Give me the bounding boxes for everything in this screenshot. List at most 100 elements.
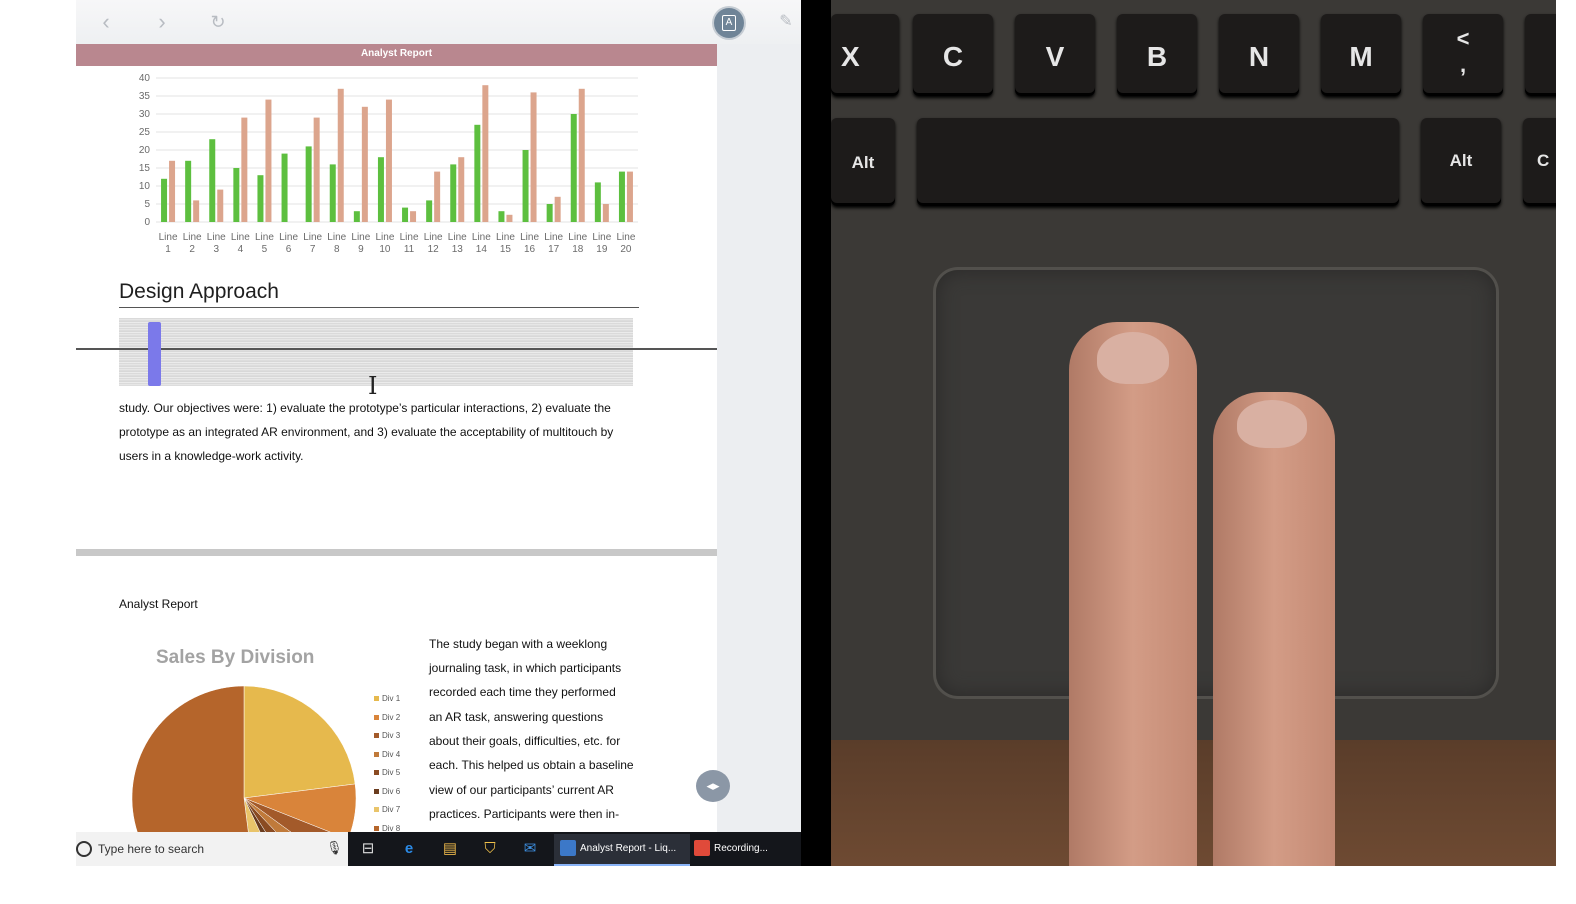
key-comma-top: < bbox=[1456, 26, 1470, 51]
split-view-divider[interactable] bbox=[76, 348, 717, 350]
legend-label: Div 2 bbox=[382, 712, 401, 722]
legend-label: Div 4 bbox=[382, 749, 401, 759]
taskbar-app-label: Analyst Report - Liq... bbox=[580, 843, 677, 854]
bar bbox=[522, 150, 529, 222]
column-text-line: each. This helped us obtain a baseline bbox=[429, 758, 634, 772]
camera-view: X C V B N M <, Alt Alt C bbox=[831, 0, 1556, 866]
x-tick-label: Line bbox=[400, 232, 419, 243]
bar bbox=[257, 175, 264, 222]
key-alt-right: Alt bbox=[1421, 118, 1501, 206]
legend-label: Div 3 bbox=[382, 731, 401, 740]
column-text-line: practices. Participants were then in- bbox=[429, 807, 620, 821]
pie-slice bbox=[131, 685, 250, 840]
report-banner: Analyst Report bbox=[76, 44, 717, 66]
key-m: M bbox=[1321, 14, 1401, 96]
split-toggle-button[interactable]: ◂▸ bbox=[696, 770, 730, 802]
pen-icon[interactable]: ✎ bbox=[772, 8, 800, 36]
x-tick-label: 9 bbox=[358, 244, 364, 255]
y-tick-label: 15 bbox=[139, 163, 151, 174]
x-tick-label: 10 bbox=[379, 244, 391, 255]
x-tick-label: Line bbox=[207, 232, 226, 243]
video-divider bbox=[801, 0, 831, 866]
document-page: Analyst Report 0 5 10 15 20 25 30 35 40 Line 1 Line… bbox=[76, 44, 717, 866]
taskbar-app-recording[interactable]: Recording... bbox=[690, 834, 800, 864]
bar bbox=[570, 114, 577, 222]
x-tick-label: Line bbox=[327, 232, 346, 243]
bar bbox=[578, 88, 585, 222]
taskbar-app-analyst-report[interactable]: Analyst Report - Liq... bbox=[554, 834, 690, 866]
task-view-icon[interactable]: ⊟ bbox=[358, 839, 378, 859]
key-comma-bottom: , bbox=[1459, 52, 1467, 77]
x-tick-label: 12 bbox=[428, 244, 440, 255]
x-tick-label: Line bbox=[592, 232, 611, 243]
edge-icon[interactable]: e bbox=[399, 839, 419, 859]
index-finger bbox=[1069, 322, 1197, 866]
x-tick-label: 16 bbox=[524, 244, 536, 255]
key-ctrl-right: C bbox=[1523, 118, 1556, 206]
legend-swatch bbox=[374, 770, 379, 776]
legend-swatch bbox=[374, 714, 379, 720]
bar bbox=[530, 92, 537, 223]
reader-mode-button[interactable]: A bbox=[714, 8, 744, 38]
bar bbox=[169, 160, 176, 222]
legend-item: Div 7 bbox=[374, 805, 400, 814]
legend-label: Div 6 bbox=[382, 786, 401, 796]
x-tick-label: 20 bbox=[620, 244, 632, 255]
bar bbox=[474, 124, 481, 222]
cortana-icon bbox=[76, 841, 92, 857]
bar bbox=[626, 171, 633, 222]
legend-item: Div 4 bbox=[374, 750, 400, 759]
x-tick-label: Line bbox=[231, 232, 250, 243]
paragraph-line: study. Our objectives were: 1) evaluate … bbox=[119, 401, 611, 415]
x-tick-label: 1 bbox=[165, 244, 171, 255]
legend-swatch bbox=[374, 751, 379, 757]
x-tick-label: Line bbox=[496, 232, 515, 243]
paragraph-line: users in a knowledge-work activity. bbox=[119, 449, 304, 463]
fingernail bbox=[1237, 400, 1307, 448]
bar bbox=[594, 182, 601, 222]
mail-icon[interactable]: ✉ bbox=[520, 839, 540, 859]
x-tick-label: 19 bbox=[596, 244, 608, 255]
x-tick-label: 11 bbox=[404, 244, 415, 255]
middle-finger bbox=[1213, 392, 1335, 866]
section-heading: Design Approach bbox=[119, 280, 279, 303]
x-tick-label: 3 bbox=[213, 244, 219, 255]
bar bbox=[161, 178, 168, 222]
x-tick-label: 15 bbox=[500, 244, 512, 255]
bar bbox=[265, 99, 272, 222]
bar bbox=[353, 211, 360, 222]
column-text-line: recorded each time they performed bbox=[429, 685, 616, 699]
bar bbox=[337, 88, 344, 222]
legend-swatch bbox=[374, 807, 379, 813]
file-explorer-icon[interactable]: ▤ bbox=[440, 839, 460, 859]
refresh-icon[interactable]: ↻ bbox=[204, 8, 232, 36]
text-selection-handle[interactable] bbox=[148, 322, 161, 386]
legend-item: Div 3 bbox=[374, 731, 400, 740]
bar bbox=[241, 117, 248, 222]
store-icon[interactable]: ⛉ bbox=[480, 839, 500, 859]
bar bbox=[402, 207, 409, 222]
x-tick-label: Line bbox=[375, 232, 394, 243]
y-tick-label: 5 bbox=[144, 199, 150, 210]
x-tick-label: Line bbox=[159, 232, 178, 243]
x-tick-label: Line bbox=[472, 232, 491, 243]
bar bbox=[546, 204, 553, 222]
bar bbox=[313, 117, 320, 222]
x-tick-label: 5 bbox=[262, 244, 268, 255]
taskbar-search[interactable]: Type here to search 🎙 bbox=[76, 832, 348, 866]
bar bbox=[217, 189, 224, 222]
forward-icon[interactable]: › bbox=[148, 8, 176, 36]
app-toolbar: ‹ › ↻ A ✎ bbox=[76, 0, 801, 44]
legend-label: Div 5 bbox=[382, 768, 401, 777]
bar bbox=[377, 157, 384, 222]
legend-swatch bbox=[374, 788, 379, 794]
legend-label: Div 7 bbox=[382, 805, 401, 814]
x-tick-label: 2 bbox=[189, 244, 195, 255]
column-text-line: The study began with a weeklong bbox=[429, 637, 608, 651]
x-tick-label: Line bbox=[424, 232, 443, 243]
x-tick-label: 6 bbox=[286, 244, 292, 255]
microphone-icon[interactable]: 🎙 bbox=[326, 840, 343, 856]
column-text-line: view of our participants’ current AR bbox=[429, 783, 614, 797]
back-icon[interactable]: ‹ bbox=[92, 8, 120, 36]
bar bbox=[602, 204, 609, 222]
